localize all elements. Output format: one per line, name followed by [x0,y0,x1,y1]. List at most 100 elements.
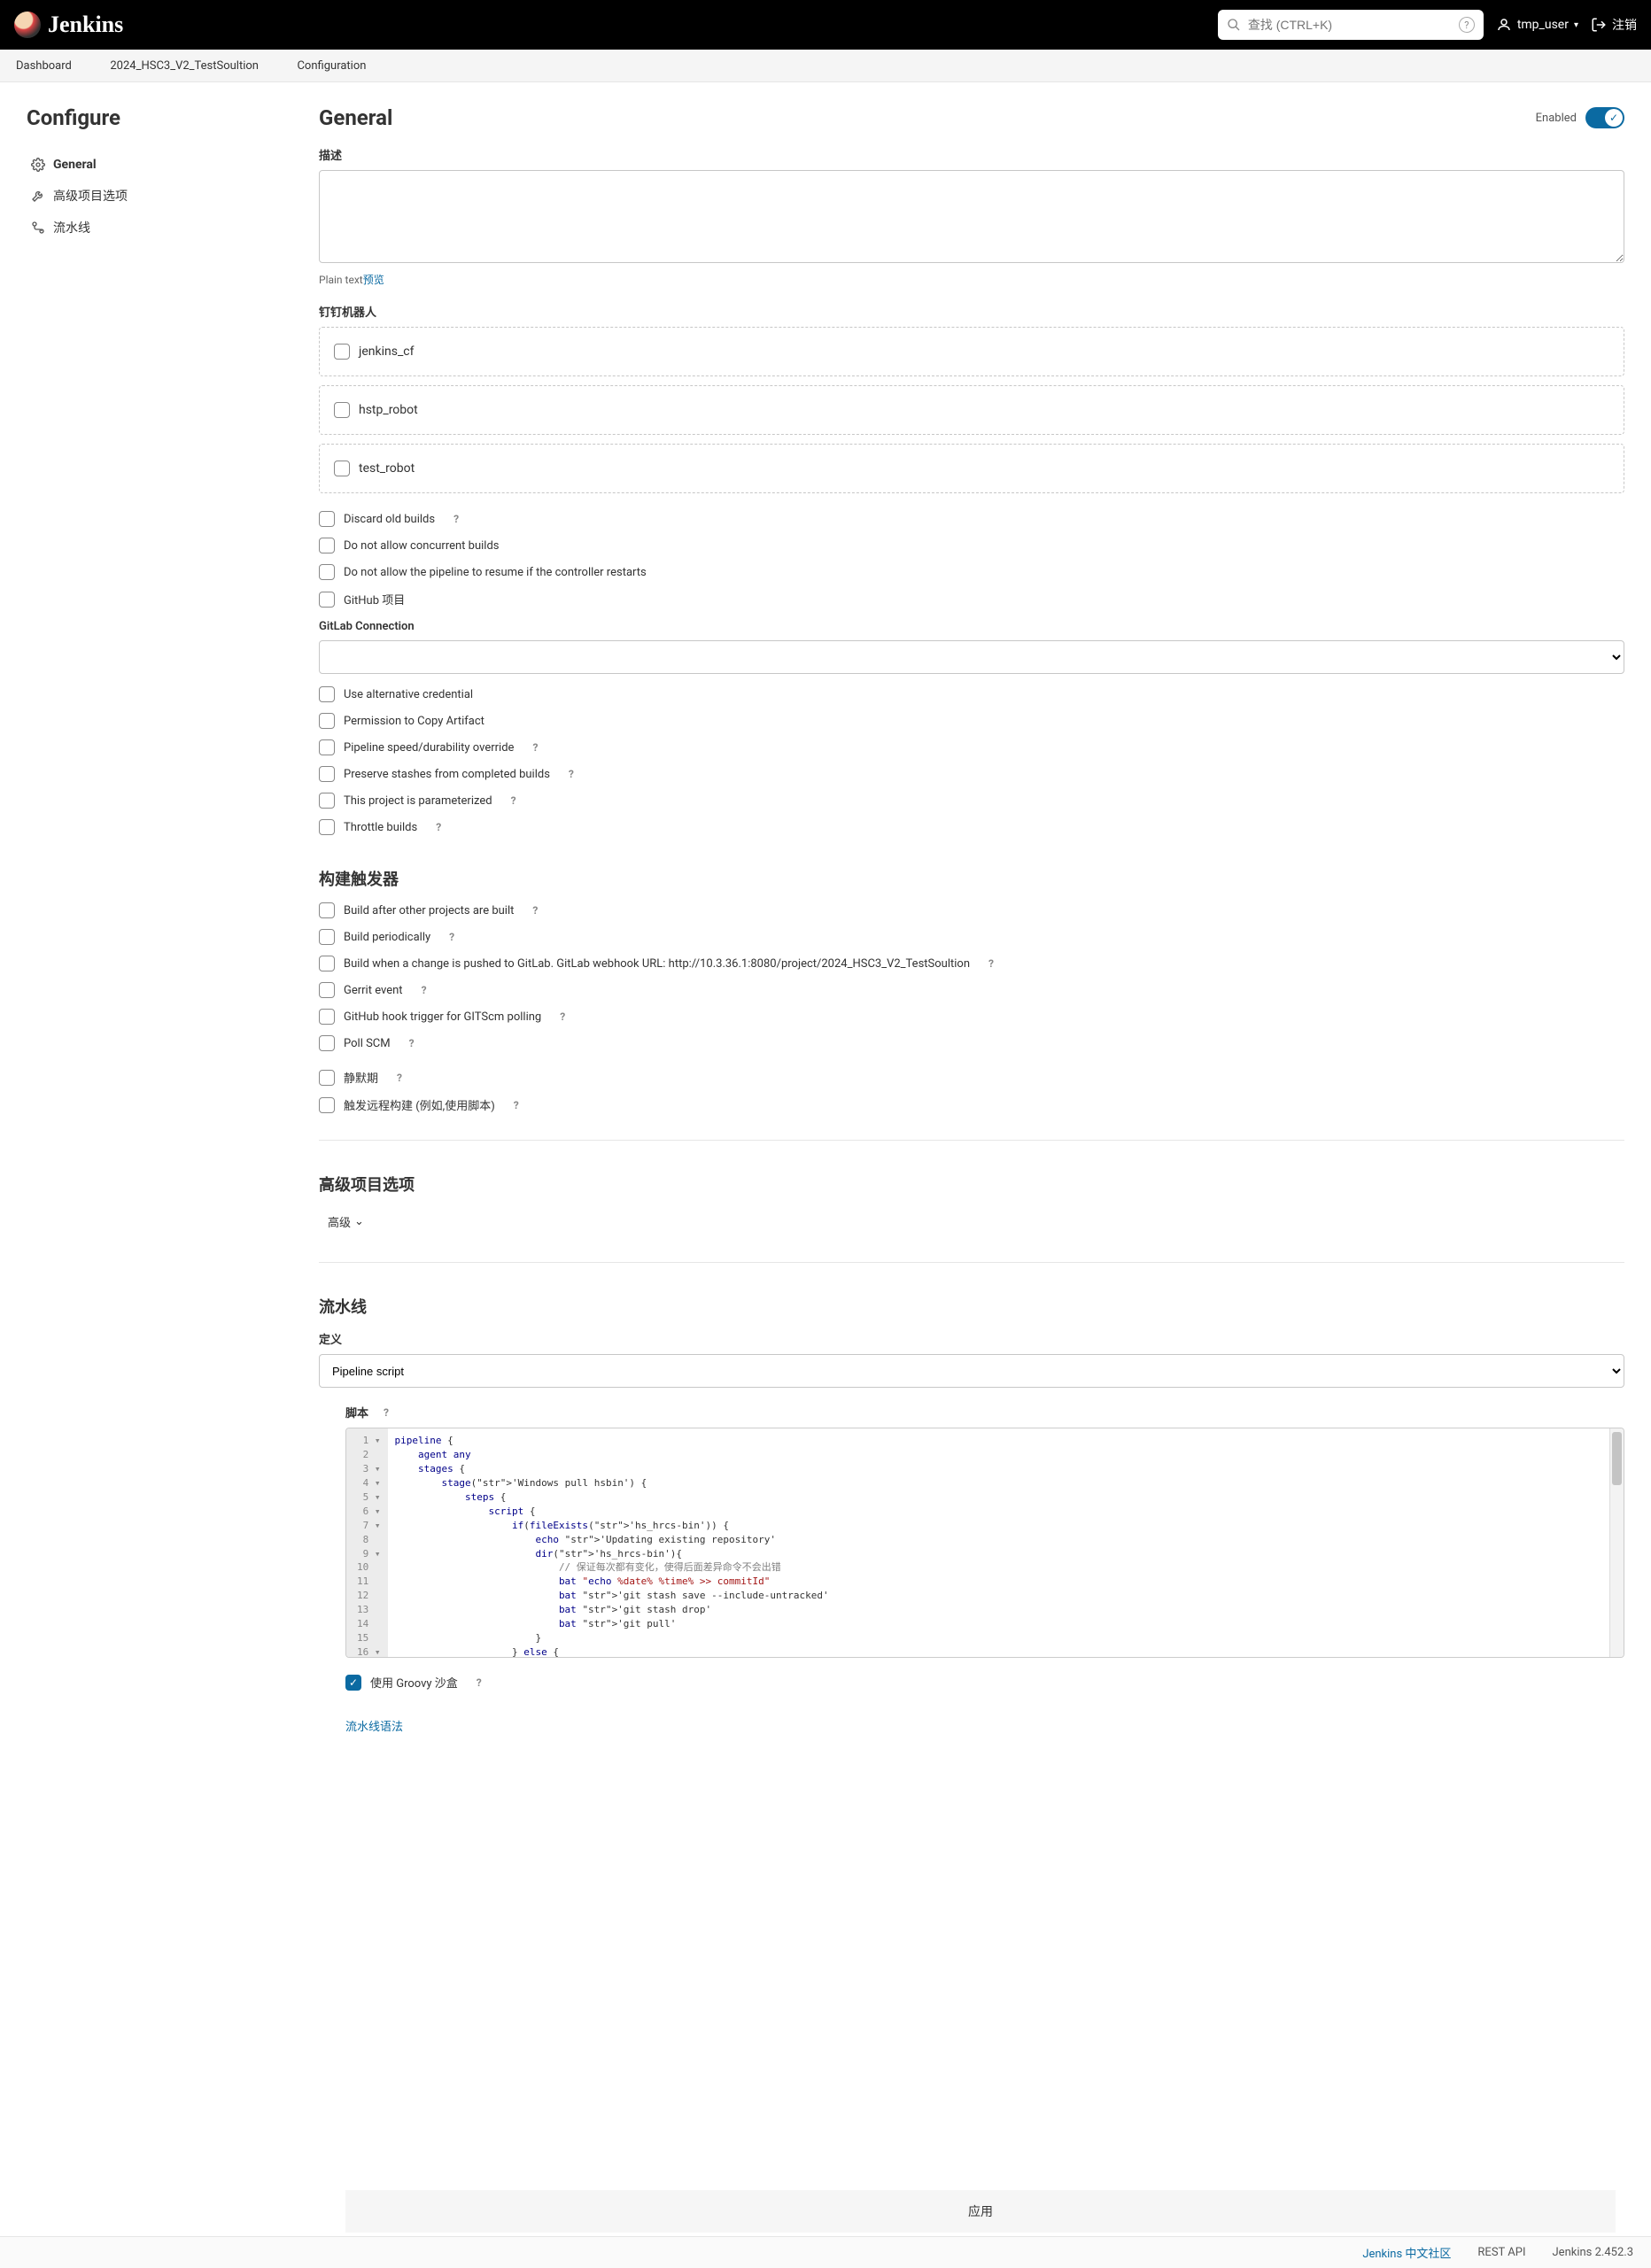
scrollbar[interactable] [1609,1428,1624,1657]
footer-community-link[interactable]: Jenkins 中文社区 [1362,2244,1451,2261]
pipeline-definition-select[interactable]: Pipeline script [319,1354,1624,1388]
option-label: Do not allow concurrent builds [344,539,499,553]
chevron-down-icon: ▾ [1574,20,1578,30]
option-checkbox[interactable] [319,929,335,945]
option-label: GitHub hook trigger for GITScm polling [344,1010,541,1024]
checkbox-row: Poll SCM? [319,1035,1624,1051]
search-help-icon[interactable]: ? [1459,17,1475,33]
sidebar-item-pipeline[interactable]: 流水线 [27,212,283,244]
sidebar-item-label: 高级项目选项 [53,187,128,205]
checkbox-row: Use alternative credential [319,686,1624,702]
help-icon[interactable]: ? [509,1098,523,1112]
content: General Enabled 描述 Plain text预览 钉钉机器人 je… [319,105,1624,1734]
enabled-toggle[interactable] [1585,107,1624,128]
code-body[interactable]: pipeline { agent any stages { stage("str… [388,1428,1610,1657]
robot-row: hstp_robot [319,385,1624,435]
checkbox-row: Do not allow concurrent builds [319,538,1624,553]
pipeline-icon [30,220,46,236]
option-label: Do not allow the pipeline to resume if t… [344,566,647,579]
advanced-button[interactable]: 高级 ⌄ [319,1208,373,1235]
groovy-sandbox-checkbox[interactable]: ✓ [345,1675,361,1691]
option-checkbox[interactable] [319,739,335,755]
checkbox-row: This project is parameterized? [319,793,1624,809]
option-checkbox[interactable] [319,686,335,702]
user-menu[interactable]: tmp_user ▾ [1496,17,1578,33]
footer-restapi[interactable]: REST API [1477,2246,1525,2259]
option-checkbox[interactable] [319,511,335,527]
option-checkbox[interactable] [319,956,335,971]
global-search[interactable]: ? [1218,10,1484,40]
description-label: 描述 [319,146,1624,163]
breadcrumb-dashboard[interactable]: Dashboard [16,59,72,73]
help-icon[interactable]: ? [528,903,542,917]
option-checkbox[interactable] [319,592,335,608]
option-checkbox[interactable] [319,713,335,729]
breadcrumb-configuration[interactable]: Configuration [297,59,366,73]
help-icon[interactable]: ? [528,740,542,755]
sidebar-item-general[interactable]: General [27,150,283,180]
help-icon[interactable]: ? [507,793,521,808]
option-checkbox[interactable] [319,1035,335,1051]
logout-icon [1591,17,1607,33]
help-icon[interactable]: ? [392,1071,407,1085]
option-checkbox[interactable] [319,819,335,835]
gitlab-connection-select[interactable] [319,640,1624,674]
robot-name: hstp_robot [359,403,418,417]
code-gutter: 1 ▾ 2 3 ▾ 4 ▾ 5 ▾ 6 ▾ 7 ▾ 8 9 ▾ 10 11 12… [346,1428,388,1657]
sidebar-item-advanced[interactable]: 高级项目选项 [27,180,283,212]
robot-checkbox[interactable] [334,344,350,360]
checkbox-row: Build periodically? [319,929,1624,945]
checkbox-row: Build when a change is pushed to GitLab.… [319,956,1624,971]
checkbox-row: 触发远程构建 (例如,使用脚本)? [319,1096,1624,1113]
help-icon[interactable]: ? [379,1405,393,1420]
option-label: Preserve stashes from completed builds [344,768,550,781]
checkbox-row: Permission to Copy Artifact [319,713,1624,729]
preview-link[interactable]: 预览 [363,274,384,286]
plaintext-prefix: Plain text [319,274,363,286]
option-checkbox[interactable] [319,1070,335,1086]
option-checkbox[interactable] [319,1097,335,1113]
enabled-label: Enabled [1536,112,1577,125]
robot-checkbox[interactable] [334,402,350,418]
username: tmp_user [1517,18,1569,32]
option-checkbox[interactable] [319,902,335,918]
option-checkbox[interactable] [319,564,335,580]
section-title-triggers: 构建触发器 [319,867,1624,890]
sidebar-item-label: 流水线 [53,219,90,236]
option-checkbox[interactable] [319,793,335,809]
logout-link[interactable]: 注销 [1591,16,1637,34]
jenkins-logo-link[interactable]: Jenkins [14,12,123,38]
help-icon[interactable]: ? [472,1676,486,1690]
help-icon[interactable]: ? [555,1010,570,1024]
user-icon [1496,17,1512,33]
help-icon[interactable]: ? [449,512,463,526]
option-label: Throttle builds [344,821,417,834]
robot-checkbox[interactable] [334,461,350,476]
help-icon[interactable]: ? [445,930,459,944]
option-checkbox[interactable] [319,766,335,782]
help-icon[interactable]: ? [564,767,578,781]
pipeline-syntax-link[interactable]: 流水线语法 [345,1717,403,1734]
breadcrumb-project[interactable]: 2024_HSC3_V2_TestSoultion [110,59,259,73]
option-checkbox[interactable] [319,538,335,553]
jenkins-logo-icon [14,12,41,38]
option-checkbox[interactable] [319,1009,335,1025]
checkbox-row: 静默期? [319,1069,1624,1086]
scrollbar-thumb[interactable] [1612,1432,1622,1485]
search-icon [1227,18,1241,32]
option-checkbox[interactable] [319,982,335,998]
help-icon[interactable]: ? [417,983,431,997]
chevron-down-icon: ⌄ [354,1215,364,1228]
option-label: This project is parameterized [344,794,492,808]
robot-row: jenkins_cf [319,327,1624,376]
description-textarea[interactable] [319,170,1624,263]
search-input[interactable] [1248,18,1452,32]
help-icon[interactable]: ? [984,956,998,971]
pipeline-script-editor[interactable]: 1 ▾ 2 3 ▾ 4 ▾ 5 ▾ 6 ▾ 7 ▾ 8 9 ▾ 10 11 12… [345,1428,1624,1658]
checkbox-row: GitHub 项目 [319,591,1624,608]
help-icon[interactable]: ? [431,820,446,834]
footer-version: Jenkins 2.452.3 [1553,2246,1634,2259]
help-icon[interactable]: ? [405,1036,419,1050]
option-label: Build after other projects are built [344,904,514,917]
apply-button[interactable]: 应用 [968,2202,993,2220]
